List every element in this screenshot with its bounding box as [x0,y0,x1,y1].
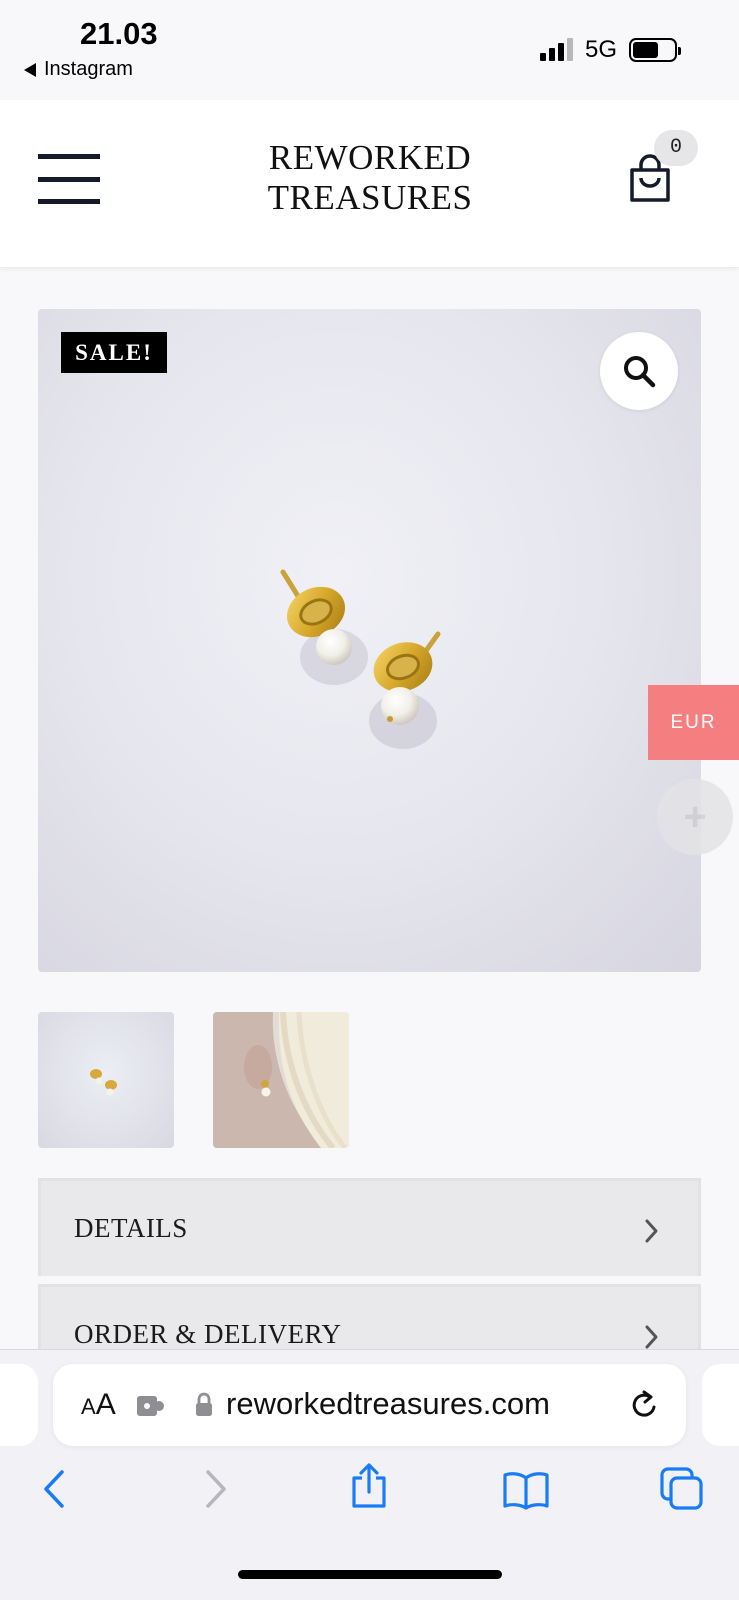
accordion-order-delivery-label: ORDER & DELIVERY [74,1319,342,1349]
status-indicators: 5G [539,36,681,64]
logo-line-1: REWORKED [268,138,472,177]
tabs-icon[interactable] [659,1466,705,1512]
browser-toolbar: AA reworkedtreasures.com [0,1350,739,1600]
plus-icon[interactable]: + [657,779,733,855]
pearl-earrings-image [280,569,441,749]
share-icon[interactable] [349,1462,389,1510]
page: 21.03 Instagram 5G REWORKED TREASURES 0 … [0,0,739,1600]
sale-badge: SALE! [61,332,167,373]
status-time: 21.03 [80,16,158,51]
previous-tab-preview[interactable] [0,1364,38,1446]
address-bar[interactable]: AA reworkedtreasures.com [53,1364,686,1446]
logo-line-2: TREASURES [267,178,473,217]
site-logo[interactable]: REWORKED TREASURES [200,138,540,218]
zoom-button[interactable] [600,332,678,410]
url-text: reworkedtreasures.com [226,1386,550,1421]
chevron-right-icon [645,1219,658,1243]
forward-chevron-icon[interactable] [200,1468,230,1510]
earring-worn-on-ear-thumbnail [213,1012,349,1148]
accordion-details-label: DETAILS [74,1213,188,1243]
network-label: 5G [584,36,617,63]
text-size-button[interactable]: AA [81,1388,116,1422]
accordion-details[interactable]: DETAILS [38,1178,701,1276]
home-indicator[interactable] [238,1570,502,1579]
product-thumbnail-2[interactable] [213,1012,349,1148]
signal-icon [539,38,573,61]
site-header: REWORKED TREASURES 0 [0,100,739,268]
back-arrow-icon [24,62,36,77]
product-thumbnail-1[interactable] [38,1012,174,1148]
extension-icon[interactable] [135,1394,167,1418]
reload-icon[interactable] [628,1388,660,1422]
back-to-app-button[interactable]: Instagram [24,58,133,81]
hamburger-menu-icon[interactable] [38,154,100,204]
back-app-label: Instagram [44,58,133,80]
product-main-image[interactable]: SALE! [38,309,701,972]
cart-count-badge: 0 [654,130,698,166]
back-chevron-icon[interactable] [40,1468,70,1510]
battery-icon [629,38,681,62]
earrings-on-white-thumbnail [90,1069,117,1096]
chevron-right-icon [645,1325,658,1349]
search-icon [624,356,656,388]
bookmarks-icon[interactable] [502,1470,550,1510]
next-tab-preview[interactable] [702,1364,739,1446]
lock-icon [196,1392,212,1416]
currency-switcher-button[interactable]: EUR [648,685,739,760]
